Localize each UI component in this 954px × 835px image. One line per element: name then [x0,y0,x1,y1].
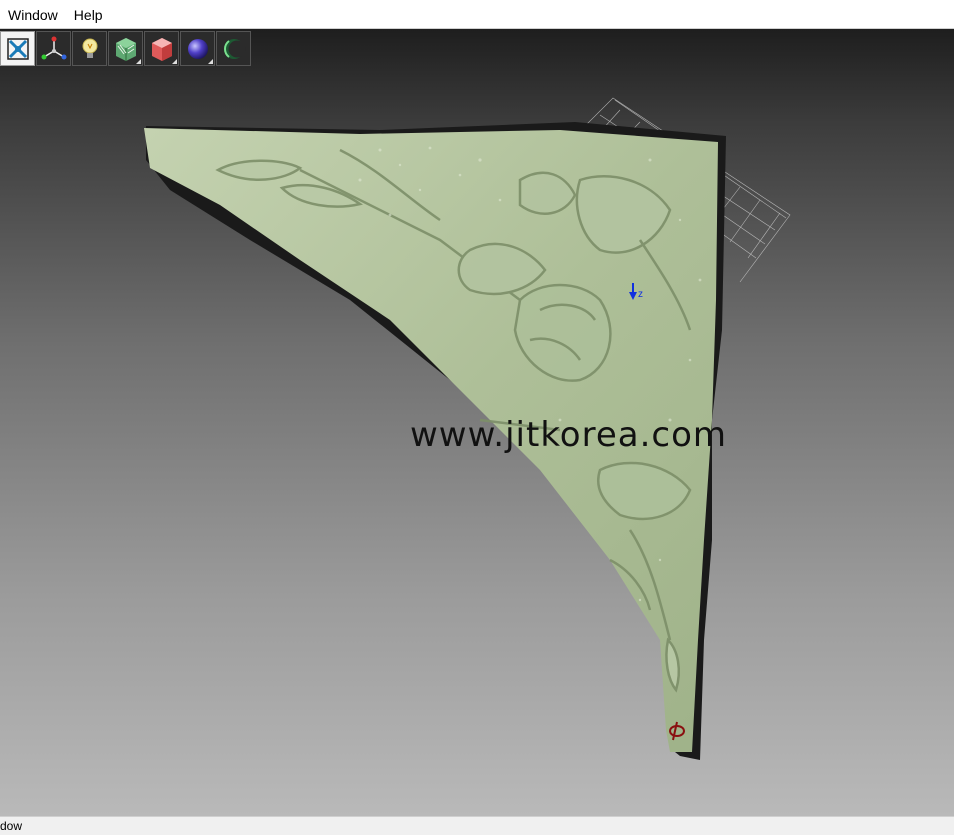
sphere-view-button[interactable] [180,31,215,66]
status-bar: dow [0,816,954,835]
menu-bar: Window Help [0,0,954,29]
backface-view-button[interactable] [216,31,251,66]
fit-view-icon [6,37,29,60]
watermark-text: www.jitkorea.com [410,415,728,455]
dropdown-corner-icon [172,59,177,64]
dropdown-corner-icon [208,59,213,64]
z-axis-label: z [638,289,643,300]
fit-view-button[interactable] [0,31,35,66]
view-toolbar [0,31,251,67]
crescent-icon [223,38,245,59]
solid-view-button[interactable] [144,31,179,66]
axis-view-icon [41,36,66,59]
menu-help[interactable]: Help [66,0,111,28]
dropdown-corner-icon [136,59,141,64]
menu-window[interactable]: Window [0,0,66,28]
lighting-button[interactable] [72,31,107,66]
3d-viewport[interactable]: z www.jitkorea.com [0,29,954,816]
axis-view-button[interactable] [36,31,71,66]
light-bulb-icon [82,38,97,58]
status-text: dow [0,819,23,833]
shaded-view-button[interactable] [108,31,143,66]
